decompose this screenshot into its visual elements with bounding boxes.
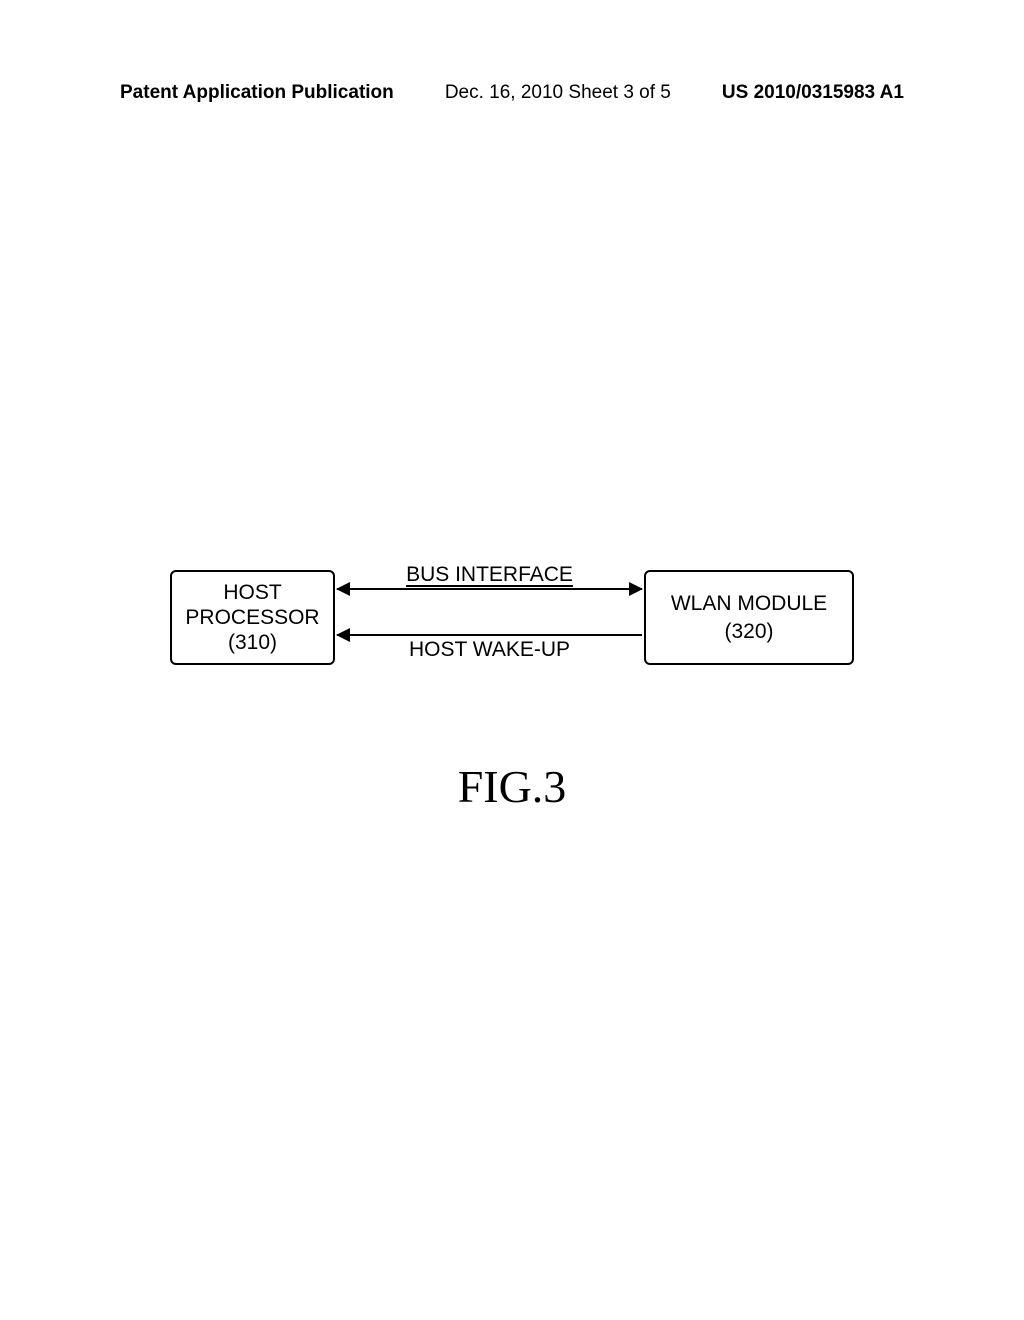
header-date-sheet: Dec. 16, 2010 Sheet 3 of 5	[445, 82, 671, 104]
block-label-line: (320)	[724, 618, 773, 645]
block-label-line: (310)	[228, 630, 277, 655]
block-label-line: WLAN MODULE	[671, 590, 827, 617]
figure-number-label: FIG.3	[0, 760, 1024, 813]
block-label-line: HOST	[223, 580, 281, 605]
arrow-line-icon	[337, 588, 642, 590]
arrow-head-left-icon	[336, 628, 350, 642]
host-processor-block: HOST PROCESSOR (310)	[170, 570, 335, 665]
arrow-line-icon	[337, 634, 642, 636]
wlan-module-block: WLAN MODULE (320)	[644, 570, 854, 665]
header-publication: Patent Application Publication	[120, 82, 394, 104]
block-diagram: HOST PROCESSOR (310) WLAN MODULE (320) B…	[170, 570, 854, 670]
bus-interface-label: BUS INTERFACE	[362, 563, 617, 587]
bus-interface-arrow	[337, 588, 642, 590]
block-label-line: PROCESSOR	[185, 605, 319, 630]
host-wakeup-label: HOST WAKE-UP	[362, 638, 617, 662]
page-header: Patent Application Publication Dec. 16, …	[0, 82, 1024, 104]
host-wakeup-arrow	[337, 634, 642, 636]
arrow-head-left-icon	[336, 582, 350, 596]
arrow-head-right-icon	[629, 582, 643, 596]
header-patent-number: US 2010/0315983 A1	[722, 82, 904, 104]
